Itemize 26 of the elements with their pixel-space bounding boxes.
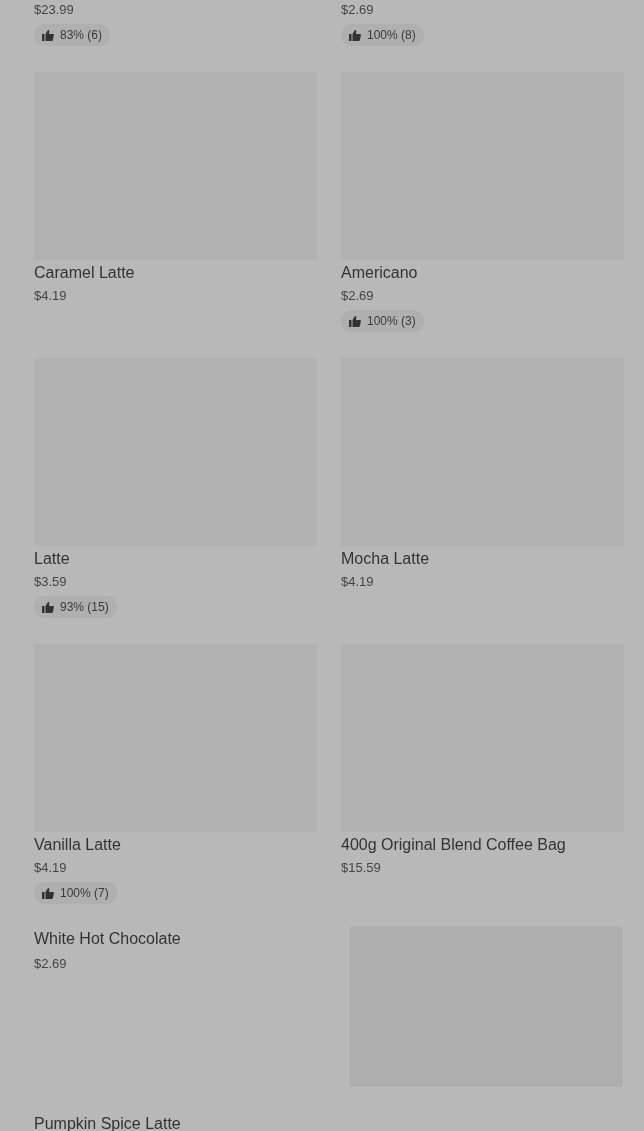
item-name: Caramel Latte [34, 263, 136, 283]
thumbs-up-icon [349, 29, 361, 41]
item-name: 400g Original Blend Coffee Bag [341, 835, 567, 855]
item-price: $23.99 [34, 1, 75, 19]
item-name: Latte [34, 549, 71, 569]
item-name: Vanilla Latte [34, 835, 122, 855]
item-price: $4.19 [34, 287, 68, 305]
item-price: $4.19 [341, 573, 375, 591]
item-price: $2.69 [341, 1, 375, 19]
item-name: Mocha Latte [341, 549, 431, 569]
thumbs-up-icon [42, 29, 54, 41]
rating-badge: 100% (8) [341, 24, 424, 46]
item-price: $4.19 [34, 859, 68, 877]
item-name: White Hot Chocolate [34, 929, 181, 949]
item-price: $3.59 [34, 573, 68, 591]
rating-badge: 93% (15) [34, 596, 117, 618]
item-name: Americano [341, 263, 419, 283]
item-price: $15.59 [341, 859, 382, 877]
item-price: $2.69 [34, 955, 68, 973]
rating-badge: 100% (7) [34, 882, 117, 904]
item-price: $2.69 [341, 287, 375, 305]
thumbs-up-icon [42, 887, 54, 899]
thumbs-up-icon [42, 601, 54, 613]
rating-badge: 83% (6) [34, 24, 111, 46]
thumbs-up-icon [349, 315, 361, 327]
rating-badge: 100% (3) [341, 310, 424, 332]
